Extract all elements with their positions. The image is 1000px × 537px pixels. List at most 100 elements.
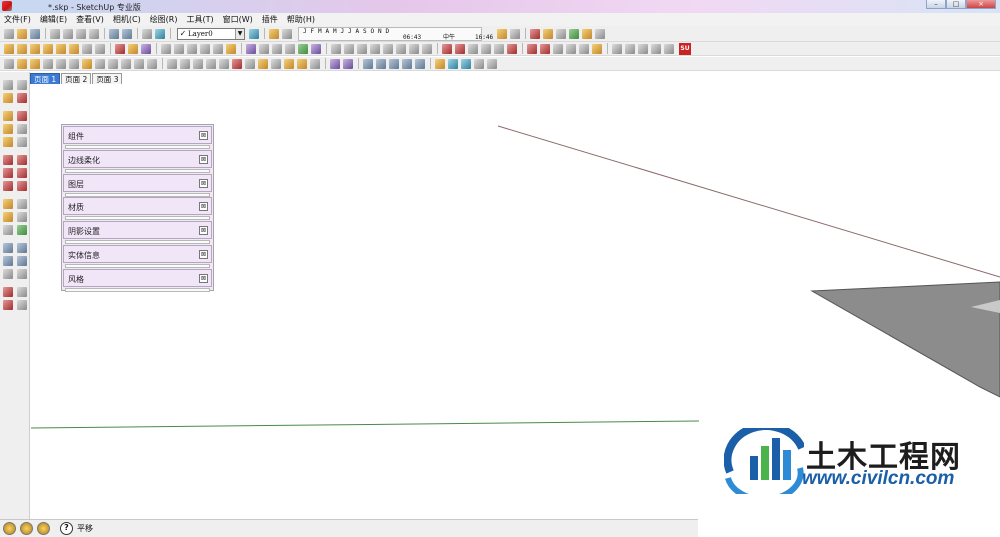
- point-icon[interactable]: [167, 58, 177, 69]
- window-icon[interactable]: [226, 43, 236, 54]
- shaded-texture-icon[interactable]: [298, 43, 308, 54]
- door-icon[interactable]: [232, 58, 242, 69]
- month-mar[interactable]: M: [316, 28, 324, 35]
- menu-view[interactable]: 查看(V): [76, 14, 104, 25]
- rotate-tool-icon[interactable]: [3, 168, 13, 178]
- month-aug[interactable]: A: [354, 28, 362, 35]
- circle-icon[interactable]: [474, 58, 484, 69]
- push-pull-tool-icon[interactable]: [17, 155, 27, 165]
- open-file-icon[interactable]: [17, 28, 27, 39]
- ext-tool-10-icon[interactable]: [121, 58, 131, 69]
- walk-icon[interactable]: [3, 300, 13, 310]
- section-plane-icon[interactable]: [569, 28, 579, 39]
- orbit-icon[interactable]: [3, 243, 13, 253]
- material-icon[interactable]: [258, 58, 268, 69]
- view-back-icon[interactable]: [56, 43, 66, 54]
- month-jun[interactable]: J: [339, 28, 347, 35]
- tray-header[interactable]: 实体信息 ⊠: [63, 244, 212, 263]
- menu-edit[interactable]: 编辑(E): [40, 14, 67, 25]
- paint-icon[interactable]: [3, 93, 13, 103]
- copy-icon[interactable]: [63, 28, 73, 39]
- tray-header[interactable]: 边线柔化 ⊠: [63, 149, 212, 168]
- month-sep[interactable]: S: [361, 28, 369, 35]
- undo-icon[interactable]: [109, 28, 119, 39]
- layer-manager-icon[interactable]: [249, 28, 259, 39]
- minimize-button[interactable]: –: [926, 0, 946, 9]
- tray-collapse-bar[interactable]: [65, 263, 210, 268]
- polygon-tool-icon[interactable]: [3, 137, 13, 147]
- month-nov[interactable]: N: [376, 28, 384, 35]
- pencil-icon[interactable]: [17, 111, 27, 121]
- dimension-icon[interactable]: [510, 28, 520, 39]
- tray-header[interactable]: 材质 ⊠: [63, 197, 212, 216]
- circle-tool-icon[interactable]: [3, 124, 13, 134]
- tape-measure-icon[interactable]: [556, 28, 566, 39]
- stair-icon[interactable]: [219, 58, 229, 69]
- tab-page-3[interactable]: 页面 3: [92, 73, 123, 84]
- grid-icon[interactable]: [435, 58, 445, 69]
- vertex-icon[interactable]: [448, 58, 458, 69]
- ext-tool-6-icon[interactable]: [69, 58, 79, 69]
- smoove-icon[interactable]: [455, 43, 465, 54]
- tray-header[interactable]: 风格 ⊠: [63, 268, 212, 287]
- view-extra-icon[interactable]: [95, 43, 105, 54]
- slab-icon[interactable]: [206, 58, 216, 69]
- tape-icon[interactable]: [3, 199, 13, 209]
- ext-tool-2-icon[interactable]: [17, 58, 27, 69]
- arc-icon[interactable]: [17, 124, 27, 134]
- xray-icon[interactable]: [246, 43, 256, 54]
- house-style-icon[interactable]: [161, 43, 171, 54]
- view-iso-icon[interactable]: [4, 43, 14, 54]
- close-icon[interactable]: ⊠: [199, 226, 208, 236]
- model-info-icon[interactable]: [155, 28, 165, 39]
- tray-collapse-bar[interactable]: [65, 216, 210, 221]
- stamp-icon[interactable]: [468, 43, 478, 54]
- drape-icon[interactable]: [481, 43, 491, 54]
- union-icon[interactable]: [383, 43, 393, 54]
- spline-icon[interactable]: [566, 43, 576, 54]
- close-icon[interactable]: ⊠: [199, 131, 208, 140]
- zoom-window-icon[interactable]: [17, 256, 27, 266]
- user-icon[interactable]: [37, 522, 50, 535]
- menu-help[interactable]: 帮助(H): [287, 14, 315, 25]
- view-left-icon[interactable]: [69, 43, 79, 54]
- menu-plugins[interactable]: 插件: [262, 14, 278, 25]
- tab-page-2[interactable]: 页面 2: [61, 73, 92, 84]
- credits-icon[interactable]: [20, 522, 33, 535]
- wireframe-icon[interactable]: [259, 43, 269, 54]
- view-right-icon[interactable]: [43, 43, 53, 54]
- split-icon[interactable]: [422, 43, 432, 54]
- close-icon[interactable]: ⊠: [199, 202, 208, 212]
- walkthrough-icon[interactable]: [497, 28, 507, 39]
- menu-camera[interactable]: 相机(C): [113, 14, 141, 25]
- offset-tool-icon[interactable]: [17, 181, 27, 191]
- text-icon[interactable]: [17, 212, 27, 222]
- flip-edge-icon[interactable]: [494, 43, 504, 54]
- align-icon[interactable]: [664, 43, 674, 54]
- month-jul[interactable]: J: [346, 28, 354, 35]
- share-model-icon[interactable]: [141, 43, 151, 54]
- tab-page-1[interactable]: 页面 1: [30, 73, 61, 84]
- building-icon[interactable]: [187, 43, 197, 54]
- view-front-icon[interactable]: [30, 43, 40, 54]
- arc-tool-icon[interactable]: [527, 43, 537, 54]
- position-camera-icon[interactable]: [3, 287, 13, 297]
- look-around-icon[interactable]: [17, 287, 27, 297]
- shaded-icon[interactable]: [285, 43, 295, 54]
- hatch-icon[interactable]: [310, 58, 320, 69]
- ext-tool-11-icon[interactable]: [134, 58, 144, 69]
- hidden-line-icon[interactable]: [272, 43, 282, 54]
- chevron-down-icon[interactable]: ▼: [235, 28, 244, 39]
- axes-icon[interactable]: [3, 225, 13, 235]
- close-icon[interactable]: ⊠: [199, 154, 208, 164]
- polygon-icon[interactable]: [487, 58, 497, 69]
- previous-view-icon[interactable]: [3, 269, 13, 279]
- help-icon[interactable]: ?: [60, 522, 73, 535]
- cut-icon[interactable]: [50, 28, 60, 39]
- array-icon[interactable]: [612, 43, 622, 54]
- maximize-button[interactable]: □: [946, 0, 966, 9]
- dimension-tool-icon[interactable]: [17, 199, 27, 209]
- beam-icon[interactable]: [193, 58, 203, 69]
- warehouse-icon[interactable]: [128, 43, 138, 54]
- freehand-tool-icon[interactable]: [17, 137, 27, 147]
